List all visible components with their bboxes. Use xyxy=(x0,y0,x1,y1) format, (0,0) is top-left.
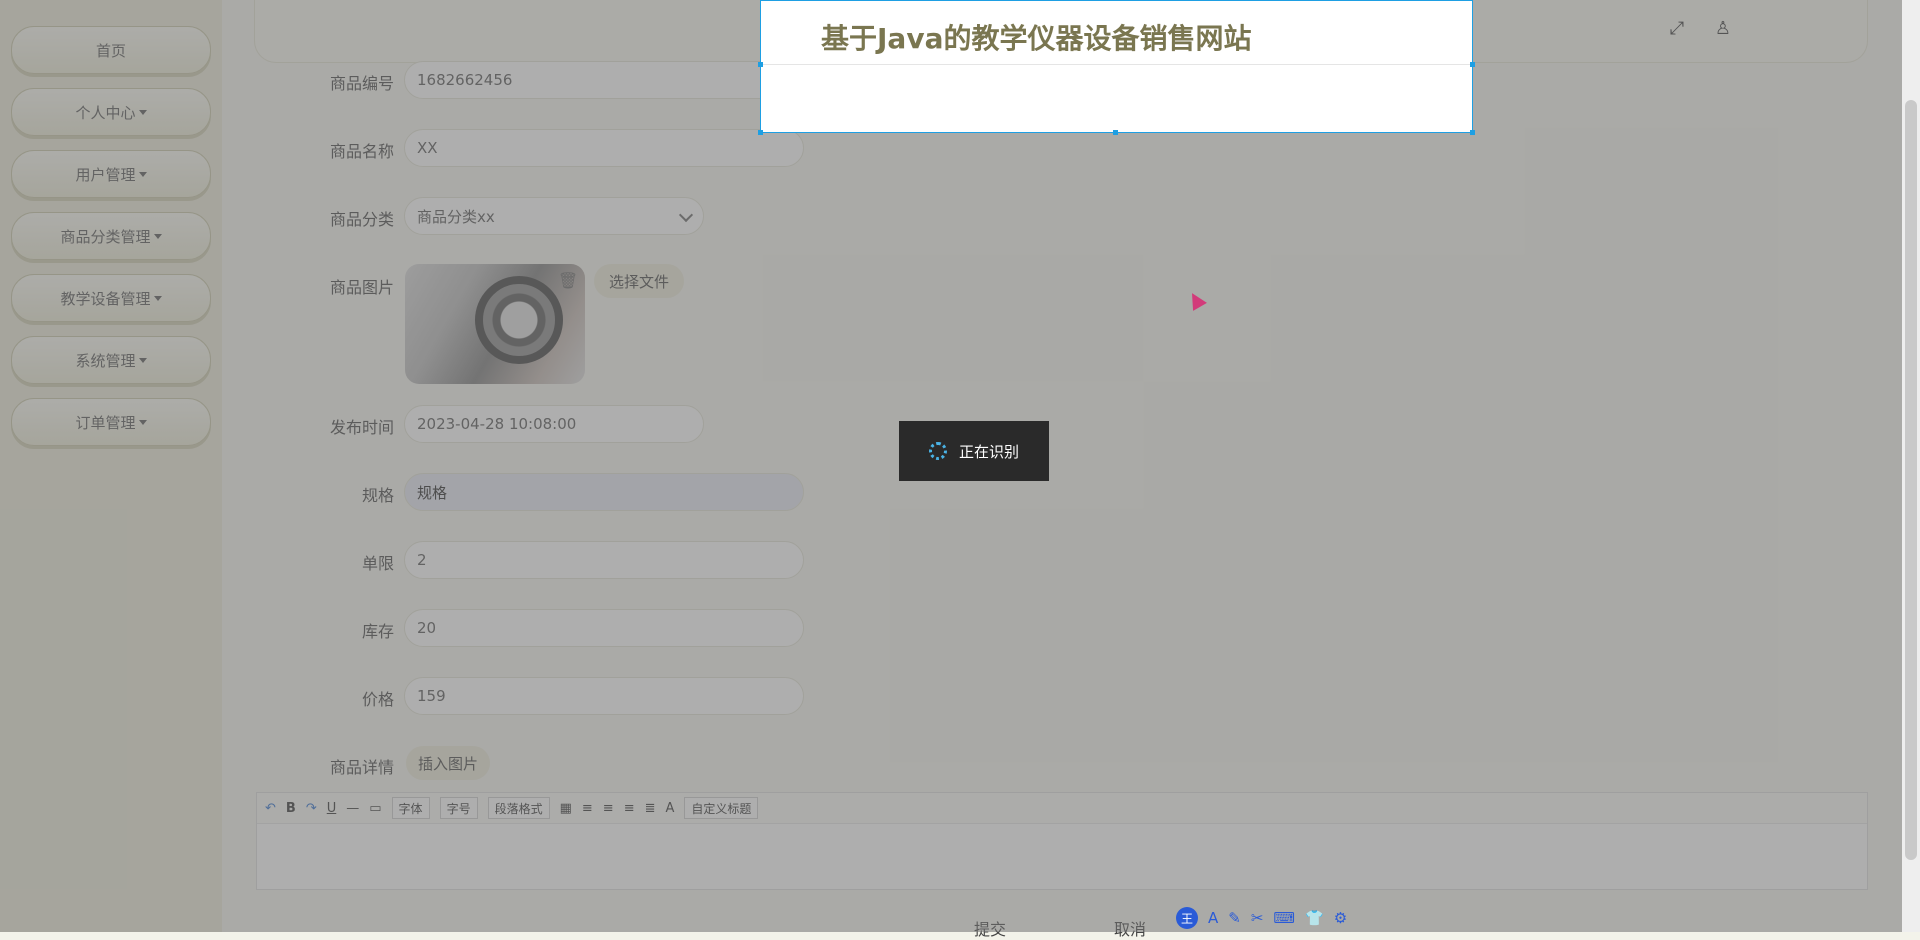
underline-icon[interactable]: U xyxy=(327,801,337,816)
font-color-icon[interactable]: A xyxy=(666,801,675,816)
bold-icon[interactable]: B xyxy=(286,801,296,816)
sidebar-item-order-management[interactable]: 订单管理 xyxy=(11,398,211,446)
limit-label: 单限 xyxy=(361,554,394,573)
capture-selection[interactable]: 基于Java的教学仪器设备销售网站 xyxy=(758,0,1475,135)
insert-image-button[interactable]: 插入图片 xyxy=(406,746,490,780)
resize-handle[interactable] xyxy=(1470,130,1475,135)
code-input[interactable]: 1682662456 xyxy=(404,61,804,99)
spec-label: 规格 xyxy=(361,486,394,505)
caret-down-icon xyxy=(138,357,147,363)
publish-time-input[interactable]: 2023-04-28 10:08:00 xyxy=(404,405,704,443)
caret-down-icon xyxy=(153,295,162,301)
resize-handle[interactable] xyxy=(1470,62,1475,67)
sidebar-item-label: 系统管理 xyxy=(75,351,136,370)
cancel-button[interactable]: 取消 xyxy=(1114,916,1146,940)
image-label: 商品图片 xyxy=(329,278,394,297)
resize-handle[interactable] xyxy=(1113,130,1118,135)
sidebar-item-label: 教学设备管理 xyxy=(60,289,151,308)
sidebar-item-system-management[interactable]: 系统管理 xyxy=(11,336,211,384)
ime-keyboard-icon[interactable]: ⌨ xyxy=(1273,909,1295,927)
publish-time-label: 发布时间 xyxy=(329,418,394,437)
scrollbar-thumb[interactable] xyxy=(1905,100,1917,860)
resize-handle[interactable] xyxy=(758,62,763,67)
site-title: 基于Java的教学仪器设备销售网站 xyxy=(821,22,1252,55)
chevron-down-icon xyxy=(678,207,694,223)
spinner-icon xyxy=(928,442,947,460)
resize-handle[interactable] xyxy=(758,130,763,135)
spec-input[interactable]: 规格 xyxy=(404,473,804,511)
align-left-icon[interactable]: ≡ xyxy=(582,801,593,816)
stock-input[interactable]: 20 xyxy=(404,609,804,647)
expand-icon[interactable]: ⤢ xyxy=(1665,16,1689,40)
custom-title-select[interactable]: 自定义标题 xyxy=(684,797,759,819)
rich-text-editor[interactable]: ↶ B ↷ U — ▭ 字体 字号 段落格式 ▦ ≡ ≡ ≡ ≣ A 自定义标题 xyxy=(256,792,1868,890)
sidebar-item-label: 订单管理 xyxy=(75,413,136,432)
caret-down-icon xyxy=(138,419,147,425)
sidebar-item-user-management[interactable]: 用户管理 xyxy=(11,150,211,198)
sidebar-item-personal-center[interactable]: 个人中心 xyxy=(11,88,211,136)
category-select-value: 商品分类xx xyxy=(417,207,495,226)
user-icon[interactable]: ♙ xyxy=(1711,16,1735,40)
sidebar-item-equipment-management[interactable]: 教学设备管理 xyxy=(11,274,211,322)
recognizing-toast: 正在识别 xyxy=(899,421,1049,481)
align-center-icon[interactable]: ≡ xyxy=(624,801,635,816)
caret-down-icon xyxy=(138,171,147,177)
horizontal-rule-icon[interactable]: — xyxy=(346,801,359,816)
price-input[interactable]: 159 xyxy=(404,677,804,715)
choose-file-button[interactable]: 选择文件 xyxy=(594,264,684,298)
font-size-select[interactable]: 字号 xyxy=(439,797,478,819)
caret-down-icon xyxy=(153,233,162,239)
image-wheel xyxy=(475,276,563,364)
category-label: 商品分类 xyxy=(329,210,394,229)
caret-down-icon xyxy=(138,109,147,115)
toast-text: 正在识别 xyxy=(958,442,1019,461)
trash-icon[interactable]: 🗑 xyxy=(556,268,580,292)
name-label: 商品名称 xyxy=(329,142,394,161)
ime-logo[interactable]: 王 xyxy=(1176,907,1198,929)
ime-font-icon[interactable]: A xyxy=(1208,909,1218,927)
submit-button[interactable]: 提交 xyxy=(974,916,1006,940)
sidebar: 首页 个人中心 用户管理 商品分类管理 教学设备管理 系统管理 订单管理 xyxy=(0,0,222,932)
name-input[interactable]: XX xyxy=(404,129,804,167)
category-select[interactable]: 商品分类xx xyxy=(404,197,704,235)
redo-icon[interactable]: ↷ xyxy=(306,801,317,816)
detail-label: 商品详情 xyxy=(329,758,394,777)
ime-skin-icon[interactable]: 👕 xyxy=(1305,909,1324,927)
ime-settings-icon[interactable]: ⚙ xyxy=(1334,909,1347,927)
justify-icon[interactable]: ≣ xyxy=(645,801,656,816)
editor-toolbar: ↶ B ↷ U — ▭ 字体 字号 段落格式 ▦ ≡ ≡ ≡ ≣ A 自定义标题 xyxy=(257,793,1867,824)
price-label: 价格 xyxy=(361,690,394,709)
scrollbar[interactable] xyxy=(1902,0,1920,932)
sidebar-item-label: 商品分类管理 xyxy=(60,227,151,246)
sidebar-item-category-management[interactable]: 商品分类管理 xyxy=(11,212,211,260)
sidebar-item-label: 用户管理 xyxy=(75,165,136,184)
paragraph-select[interactable]: 段落格式 xyxy=(487,797,550,819)
sidebar-item-label: 首页 xyxy=(95,41,126,60)
ime-pen-icon[interactable]: ✎ xyxy=(1228,909,1241,927)
font-family-select[interactable]: 字体 xyxy=(391,797,430,819)
sidebar-item-label: 个人中心 xyxy=(75,103,136,122)
table-icon[interactable]: ▦ xyxy=(560,801,572,816)
stock-label: 库存 xyxy=(361,622,394,641)
divider xyxy=(761,64,1472,65)
align-right-icon[interactable]: ≡ xyxy=(603,801,614,816)
ime-scissors-icon[interactable]: ✂ xyxy=(1251,909,1264,927)
clipboard-icon[interactable]: ▭ xyxy=(369,801,381,816)
limit-input[interactable]: 2 xyxy=(404,541,804,579)
undo-icon[interactable]: ↶ xyxy=(265,801,276,816)
code-label: 商品编号 xyxy=(329,74,394,93)
sidebar-item-home[interactable]: 首页 xyxy=(11,26,211,74)
ime-toolbar: 王 A ✎ ✂ ⌨ 👕 ⚙ xyxy=(1176,906,1347,930)
